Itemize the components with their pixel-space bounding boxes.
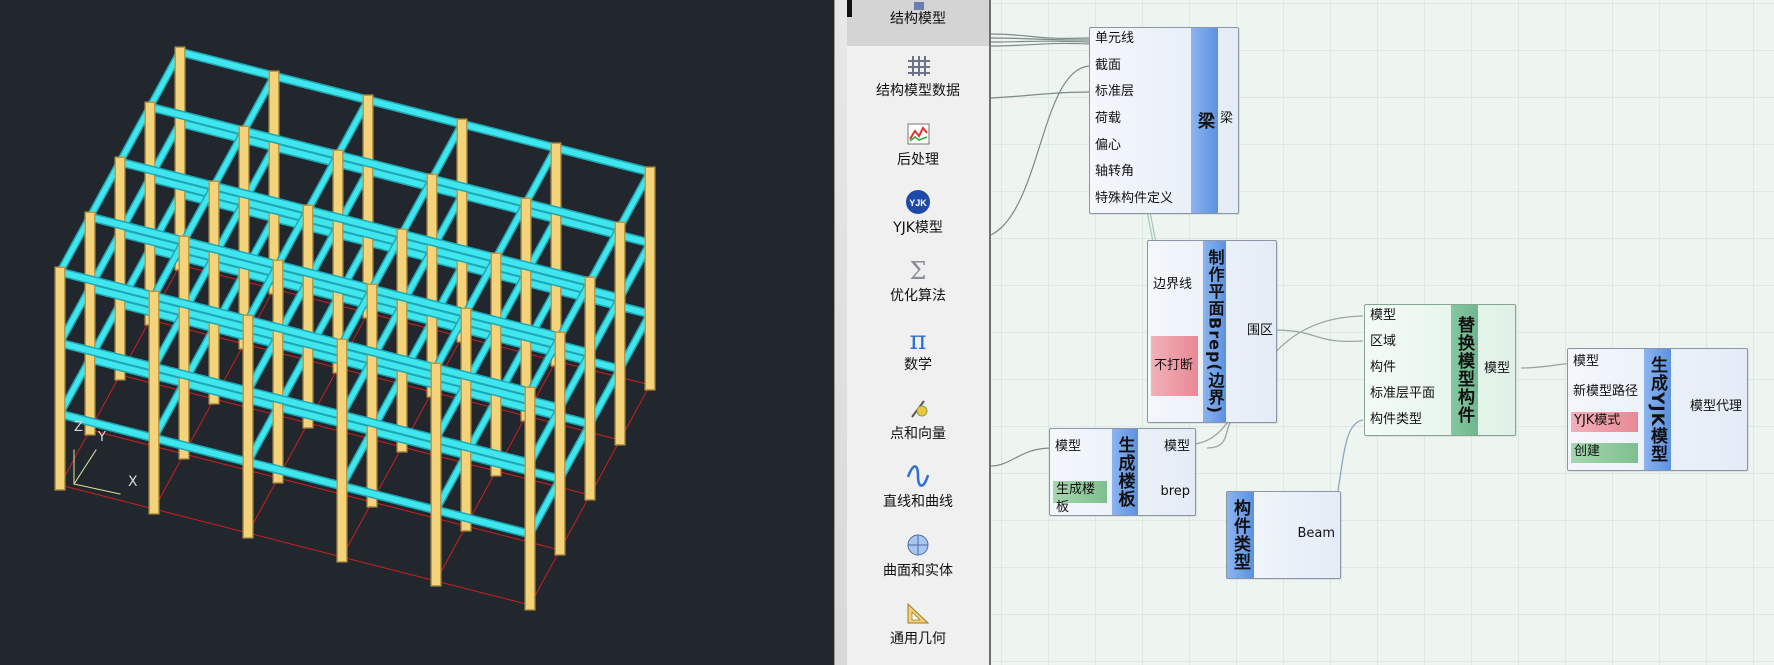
axis-y-label: Y (98, 430, 106, 445)
pi-icon: π (904, 326, 932, 356)
replace-input-region[interactable]: 区域 (1370, 334, 1396, 350)
axis-x-label: X (128, 474, 138, 490)
generate-yjk-title: 生成YJK模型 (1647, 356, 1667, 463)
generate-yjk-node[interactable]: 生成YJK模型 模型 新模型路径 YJK模式 创建 模型代理 (1567, 348, 1748, 471)
sidebar-item-label: 点和向量 (890, 426, 946, 442)
yjk-create-toggle[interactable]: 创建 (1571, 443, 1638, 463)
sidebar-item-structure-model[interactable]: 结构模型 (847, 0, 989, 46)
surface-icon (904, 532, 932, 558)
component-sidebar: 结构模型 结构模型数据 后处理 YJK YJK模型 Σ 优化算法 π 数学 点和… (847, 0, 991, 665)
curve-icon (904, 463, 932, 489)
structure-frame-render (54, 46, 656, 611)
beam-x (364, 96, 466, 128)
grid-data-icon (904, 52, 932, 78)
svg-text:π: π (909, 326, 926, 352)
ground-grid-line (59, 484, 531, 606)
sidebar-item-optimize[interactable]: Σ 优化算法 (847, 251, 989, 313)
beam-input-element-line[interactable]: 单元线 (1095, 31, 1134, 47)
yjk-output-proxy[interactable]: 模型代理 (1690, 399, 1742, 415)
no-break-toggle[interactable]: 不打断 (1151, 336, 1198, 396)
axis-y-line (73, 449, 97, 485)
ground-grid-line (89, 429, 561, 551)
sidebar-item-label: 直线和曲线 (883, 494, 953, 510)
sidebar-item-label: 后处理 (897, 152, 939, 168)
axis-z-label: Z (74, 420, 83, 435)
sidebar-item-label: 优化算法 (890, 288, 946, 304)
beam-x (552, 144, 654, 176)
beam-x (458, 120, 560, 152)
sidebar-item-yjk-model[interactable]: YJK YJK模型 (847, 183, 989, 245)
generate-slab-node[interactable]: 生成楼板 模型 生成楼板 模型 brep (1049, 428, 1196, 516)
beam-x (176, 48, 278, 80)
beam-input-rotation[interactable]: 轴转角 (1095, 164, 1134, 180)
no-break-toggle-label: 不打断 (1154, 358, 1194, 373)
sidebar-item-general-geometry[interactable]: 通用几何 (847, 594, 989, 656)
generate-slab-toggle-label: 生成楼板 (1056, 482, 1096, 515)
component-type-output-beam[interactable]: Beam (1297, 526, 1335, 542)
replace-input-storey-plane[interactable]: 标准层平面 (1370, 386, 1435, 402)
make-brep-title: 制作平面Brep(边界) (1205, 248, 1225, 414)
brep-input-boundary[interactable]: 边界线 (1153, 277, 1192, 293)
sidebar-item-label: 数学 (904, 357, 932, 373)
beam-input-special[interactable]: 特殊构件定义 (1095, 191, 1173, 207)
point-vector-icon (904, 395, 932, 421)
beam-input-storey[interactable]: 标准层 (1095, 84, 1134, 100)
replace-components-node[interactable]: 替换模型构件 模型 区域 构件 标准层平面 构件类型 模型 (1364, 304, 1516, 436)
replace-input-component-type[interactable]: 构件类型 (1370, 412, 1422, 428)
brep-output-region[interactable]: 围区 (1247, 323, 1273, 339)
axis-x-line (73, 483, 121, 495)
yjk-mode-toggle[interactable]: YJK模式 (1571, 412, 1638, 432)
sidebar-item-label: 通用几何 (890, 631, 946, 647)
node-graph-canvas[interactable]: 梁 单元线 截面 标准层 荷载 偏心 轴转角 特殊构件定义 梁 制作平面Brep… (991, 0, 1774, 665)
beam-node[interactable]: 梁 单元线 截面 标准层 荷载 偏心 轴转角 特殊构件定义 梁 (1089, 27, 1239, 214)
sidebar-item-postprocess[interactable]: 后处理 (847, 115, 989, 177)
sidebar-item-surfaces[interactable]: 曲面和实体 (847, 526, 989, 588)
beam-x (270, 72, 372, 104)
svg-text:YJK: YJK (909, 198, 927, 208)
make-brep-node[interactable]: 制作平面Brep(边界) 边界线 不打断 围区 (1147, 240, 1277, 423)
sidebar-item-point-vector[interactable]: 点和向量 (847, 389, 989, 451)
beam-node-title: 梁 (1194, 111, 1214, 130)
component-type-title: 构件类型 (1230, 499, 1250, 571)
3d-viewport[interactable]: Z Y X (0, 0, 834, 665)
beam-input-load[interactable]: 荷载 (1095, 111, 1121, 127)
yjk-mode-toggle-label: YJK模式 (1574, 413, 1621, 428)
beam-input-section[interactable]: 截面 (1095, 58, 1121, 74)
replace-input-model[interactable]: 模型 (1370, 308, 1396, 324)
beam-output[interactable]: 梁 (1220, 111, 1233, 127)
replace-input-component[interactable]: 构件 (1370, 360, 1396, 376)
generate-slab-title: 生成楼板 (1114, 436, 1135, 508)
slab-input-model[interactable]: 模型 (1055, 439, 1081, 455)
component-type-node[interactable]: 构件类型 Beam (1226, 491, 1341, 579)
replace-components-title: 替换模型构件 (1454, 316, 1474, 424)
sidebar-item-math[interactable]: π 数学 (847, 320, 989, 382)
sidebar-item-label: YJK模型 (893, 220, 943, 236)
sidebar-item-label: 曲面和实体 (883, 563, 953, 579)
beam-input-eccentric[interactable]: 偏心 (1095, 138, 1121, 154)
generate-slab-toggle[interactable]: 生成楼板 (1053, 481, 1107, 515)
ruler-icon (904, 600, 932, 626)
yjk-logo-icon: YJK (904, 189, 932, 215)
sidebar-item-model-data[interactable]: 结构模型数据 (847, 46, 989, 108)
slab-output-brep[interactable]: brep (1160, 484, 1190, 500)
sidebar-item-curves[interactable]: 直线和曲线 (847, 457, 989, 519)
replace-output-model[interactable]: 模型 (1484, 361, 1510, 377)
yjk-input-new-path[interactable]: 新模型路径 (1573, 384, 1638, 400)
slab-output-model[interactable]: 模型 (1164, 439, 1190, 455)
yjk-create-toggle-label: 创建 (1574, 444, 1601, 459)
sigma-icon: Σ (904, 257, 932, 285)
chart-icon (904, 121, 932, 147)
sidebar-item-label: 结构模型数据 (876, 83, 960, 99)
yjk-input-model[interactable]: 模型 (1573, 354, 1599, 370)
sidebar-item-label: 结构模型 (890, 11, 946, 27)
svg-text:Σ: Σ (910, 257, 927, 283)
